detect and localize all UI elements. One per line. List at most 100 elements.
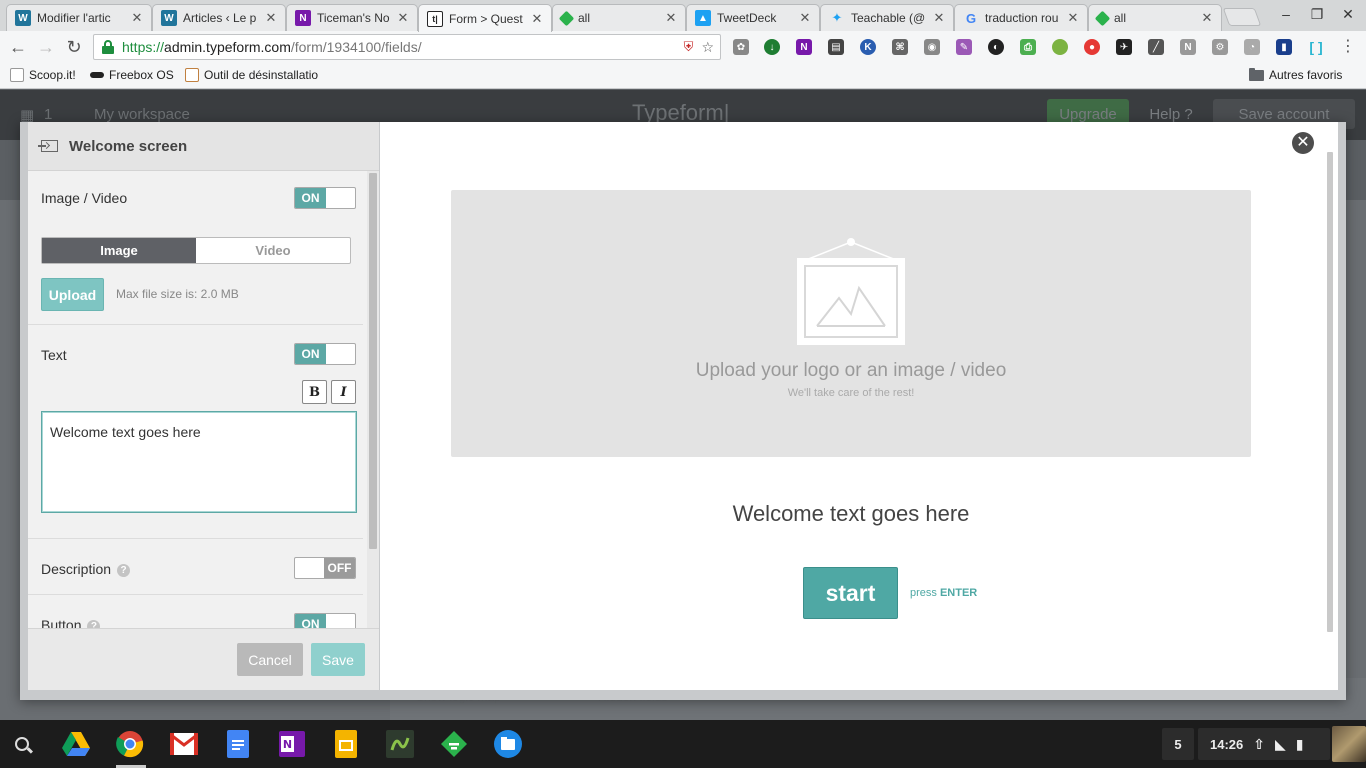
avatar[interactable]: [1332, 726, 1366, 762]
extension-icon[interactable]: ◐: [988, 39, 1004, 55]
secure-shell-icon: [386, 730, 414, 758]
browser-tab[interactable]: all ✕: [1088, 4, 1222, 31]
pen-extension-icon[interactable]: ✎: [956, 39, 972, 55]
new-tab-button[interactable]: [1222, 8, 1262, 26]
preview-scrollbar[interactable]: [1325, 152, 1335, 632]
feedly-app[interactable]: [438, 728, 470, 760]
browser-tab[interactable]: ▲ TweetDeck ✕: [686, 4, 820, 31]
camera-extension-icon[interactable]: ◉: [924, 39, 940, 55]
workspace-count: 1: [44, 106, 53, 123]
browser-tab[interactable]: N Ticeman's No ✕: [286, 4, 418, 31]
freebox-icon: [90, 72, 104, 78]
sidebar-scrollbar[interactable]: [367, 171, 379, 628]
brackets-extension-icon[interactable]: [ ]: [1308, 39, 1324, 55]
other-bookmarks[interactable]: Autres favoris: [1249, 67, 1342, 82]
blocked-content-icon[interactable]: ⛨: [684, 39, 694, 56]
toggle-state: OFF: [324, 558, 355, 578]
gmail-app[interactable]: [168, 728, 200, 760]
browser-tab[interactable]: ✦ Teachable (@ ✕: [820, 4, 954, 31]
page-icon: [10, 68, 24, 82]
minimize-icon[interactable]: –: [1276, 6, 1296, 22]
browser-tab[interactable]: all ✕: [552, 4, 686, 31]
start-button[interactable]: start: [803, 567, 898, 619]
onenote-extension-icon[interactable]: N: [796, 39, 812, 55]
onenote-icon: N: [295, 10, 311, 26]
terminal-app[interactable]: [384, 728, 416, 760]
browser-tab[interactable]: W Articles ‹ Le p ✕: [152, 4, 286, 31]
google-slides-app[interactable]: [330, 728, 362, 760]
help-icon[interactable]: ?: [87, 619, 101, 628]
text-toggle[interactable]: ON: [294, 343, 356, 365]
cancel-button[interactable]: Cancel: [237, 643, 303, 676]
rss-extension-icon[interactable]: ◔: [1244, 39, 1260, 55]
browser-tab-active[interactable]: t| Form > Quest ✕: [418, 4, 552, 32]
max-file-size: Max file size is: 2.0 MB: [116, 287, 239, 301]
extension-icon[interactable]: ⚙: [1212, 39, 1228, 55]
menu-icon[interactable]: ⋮: [1340, 39, 1356, 55]
notification-count[interactable]: 5: [1162, 728, 1194, 760]
files-app[interactable]: [492, 728, 524, 760]
browser-tab[interactable]: W Modifier l'artic ✕: [6, 4, 152, 31]
back-icon[interactable]: ←: [6, 35, 30, 59]
files-icon: [494, 730, 522, 758]
extension-icon[interactable]: ⌘: [892, 39, 908, 55]
save-button[interactable]: Save: [311, 643, 365, 676]
extension-icon[interactable]: N: [1180, 39, 1196, 55]
close-tab-icon[interactable]: ✕: [531, 11, 543, 27]
button-toggle[interactable]: ON: [294, 613, 356, 628]
bold-button[interactable]: B: [302, 380, 327, 404]
bookmark-item[interactable]: Scoop.it!: [10, 68, 76, 82]
close-tab-icon[interactable]: ✕: [799, 10, 811, 26]
google-drive-app[interactable]: [60, 728, 92, 760]
video-tab[interactable]: Video: [196, 238, 350, 263]
google-docs-app[interactable]: [222, 728, 254, 760]
welcome-text-input[interactable]: Welcome text goes here: [41, 411, 357, 513]
chrome-app[interactable]: [114, 728, 146, 760]
image-upload-area[interactable]: Upload your logo or an image / video We'…: [451, 190, 1251, 457]
extension-icon[interactable]: ↓: [764, 39, 780, 55]
google-docs-icon: [227, 730, 249, 758]
status-tray[interactable]: 14:26 ⇧ ◣ ▮: [1198, 728, 1330, 760]
print-extension-icon[interactable]: ⎙: [1020, 39, 1036, 55]
launcher-button[interactable]: [6, 728, 38, 760]
close-tab-icon[interactable]: ✕: [1067, 10, 1079, 26]
bookmark-star-icon[interactable]: ☆: [701, 39, 714, 56]
pencil-extension-icon[interactable]: ╱: [1148, 39, 1164, 55]
extension-icon[interactable]: ✈: [1116, 39, 1132, 55]
close-tab-icon[interactable]: ✕: [131, 10, 143, 26]
film-extension-icon[interactable]: ▤: [828, 39, 844, 55]
reload-icon[interactable]: ↻: [62, 35, 86, 59]
upload-button[interactable]: Upload: [41, 278, 104, 311]
extension-icon[interactable]: ●: [1084, 39, 1100, 55]
image-tab[interactable]: Image: [42, 238, 196, 263]
image-video-toggle[interactable]: ON: [294, 187, 356, 209]
address-bar[interactable]: https:// admin.typeform.com /form/193410…: [93, 34, 721, 60]
onenote-app[interactable]: N: [276, 728, 308, 760]
close-tab-icon[interactable]: ✕: [265, 10, 277, 26]
workspace-label: My workspace: [94, 106, 190, 123]
scrollbar-thumb[interactable]: [1327, 152, 1333, 632]
klout-extension-icon[interactable]: K: [860, 39, 876, 55]
help-icon[interactable]: ?: [117, 563, 131, 577]
bookmark-label: Scoop.it!: [29, 68, 76, 82]
extension-icon[interactable]: ▮: [1276, 39, 1292, 55]
close-tab-icon[interactable]: ✕: [933, 10, 945, 26]
forward-icon[interactable]: →: [34, 35, 58, 59]
close-window-icon[interactable]: ✕: [1338, 6, 1358, 23]
extension-icon[interactable]: [1052, 39, 1068, 55]
press-enter-hint: press ENTER: [910, 587, 977, 599]
browser-tab[interactable]: G traduction rou ✕: [954, 4, 1088, 31]
bookmark-item[interactable]: Freebox OS: [90, 68, 174, 82]
scrollbar-thumb[interactable]: [369, 173, 377, 549]
lock-icon: [102, 40, 114, 54]
bookmark-item[interactable]: Outil de désinstallatio: [185, 68, 325, 82]
close-tab-icon[interactable]: ✕: [665, 10, 677, 26]
description-toggle[interactable]: OFF: [294, 557, 356, 579]
extension-icon[interactable]: ✿: [733, 39, 749, 55]
maximize-icon[interactable]: ❐: [1307, 6, 1327, 23]
italic-button[interactable]: I: [331, 380, 356, 404]
close-tab-icon[interactable]: ✕: [1201, 10, 1213, 26]
close-tab-icon[interactable]: ✕: [397, 10, 409, 26]
bookmark-label: Freebox OS: [109, 68, 174, 82]
close-icon[interactable]: ✕: [1292, 132, 1314, 154]
